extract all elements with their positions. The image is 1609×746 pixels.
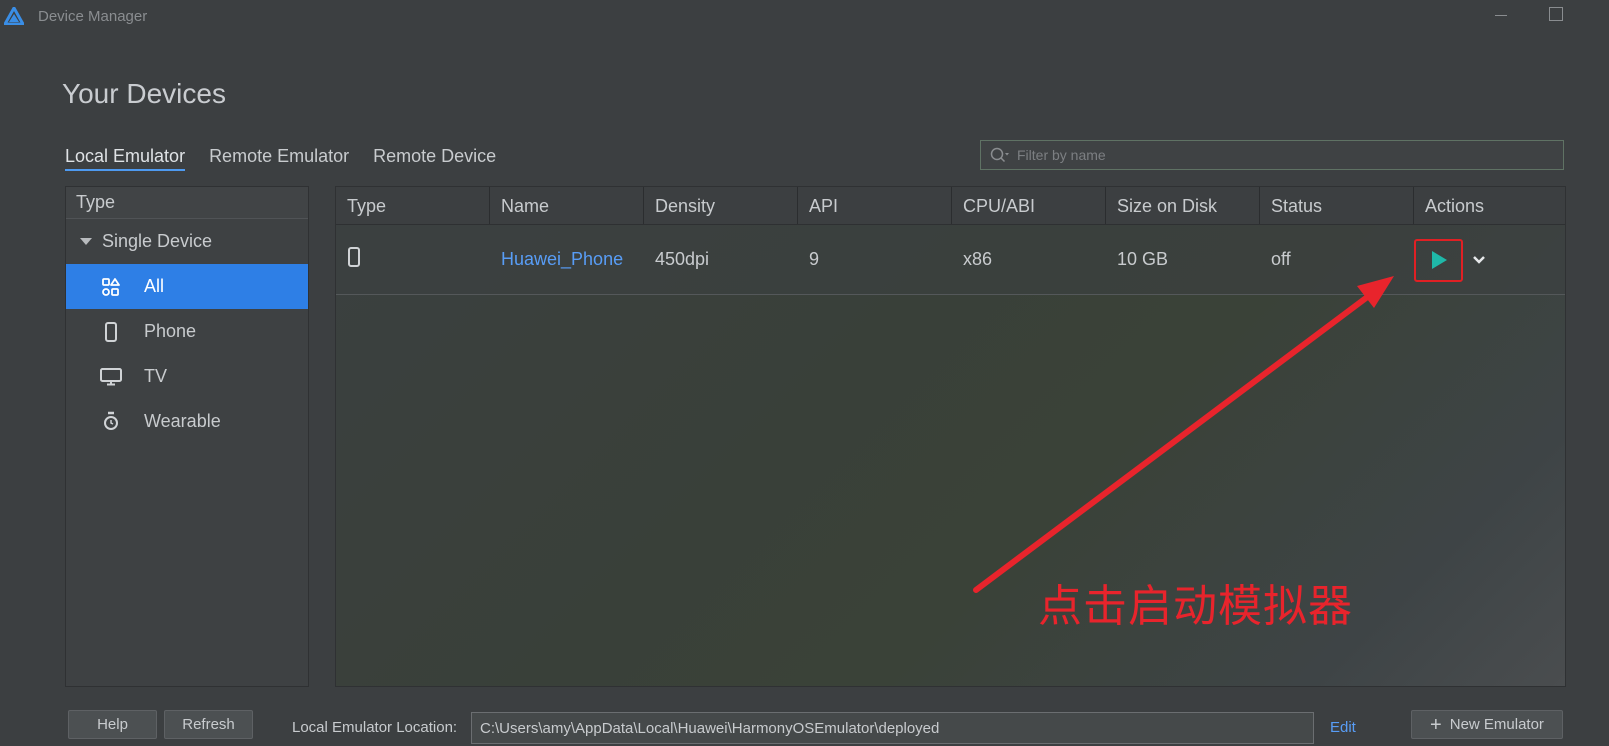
watch-icon xyxy=(100,411,122,433)
title-bar: Device Manager xyxy=(0,0,1609,32)
app-logo-icon xyxy=(4,7,24,25)
location-label: Local Emulator Location: xyxy=(292,719,458,736)
column-header-type[interactable]: Type xyxy=(336,187,490,224)
expand-triangle-icon xyxy=(80,238,92,245)
column-header-api[interactable]: API xyxy=(798,187,952,224)
sidebar-item-phone[interactable]: Phone xyxy=(66,309,308,354)
new-emulator-button[interactable]: + New Emulator xyxy=(1411,710,1563,739)
sidebar-item-wearable[interactable]: Wearable xyxy=(66,399,308,444)
filter-box xyxy=(980,140,1564,170)
device-tabs: Local Emulator Remote Emulator Remote De… xyxy=(65,146,496,171)
all-grid-icon xyxy=(100,276,122,298)
device-cpu: x86 xyxy=(963,249,993,269)
column-header-actions: Actions xyxy=(1425,196,1485,216)
device-size: 10 GB xyxy=(1117,249,1169,269)
edit-location-link[interactable]: Edit xyxy=(1330,719,1356,736)
page-title: Your Devices xyxy=(62,78,226,109)
tab-local-emulator[interactable]: Local Emulator xyxy=(65,146,186,171)
tv-icon xyxy=(100,366,122,388)
sidebar-item-label: Wearable xyxy=(144,411,221,431)
phone-icon xyxy=(348,247,360,267)
type-sidebar: Type Single Device All Phone TV Wearable xyxy=(65,186,309,687)
filter-input[interactable] xyxy=(1017,145,1547,165)
plus-icon: + xyxy=(1430,713,1442,736)
search-icon[interactable] xyxy=(989,146,1011,164)
window-title: Device Manager xyxy=(38,8,148,25)
sidebar-group-label: Single Device xyxy=(102,231,213,251)
table-row[interactable]: Huawei_Phone 450dpi 9 x86 10 GB off xyxy=(336,225,1565,295)
sidebar-item-tv[interactable]: TV xyxy=(66,354,308,399)
new-emulator-label: New Emulator xyxy=(1449,716,1544,733)
play-icon xyxy=(1431,251,1447,269)
tab-remote-device[interactable]: Remote Device xyxy=(373,146,496,171)
chevron-down-icon[interactable] xyxy=(1470,251,1488,269)
location-field[interactable] xyxy=(471,712,1314,744)
phone-icon xyxy=(100,321,122,343)
maximize-button[interactable] xyxy=(1549,7,1563,21)
sidebar-header: Type xyxy=(66,187,308,219)
device-name-link[interactable]: Huawei_Phone xyxy=(490,249,644,270)
device-type-cell xyxy=(336,247,490,272)
tab-remote-emulator[interactable]: Remote Emulator xyxy=(209,146,349,171)
column-header-status[interactable]: Status xyxy=(1260,187,1414,224)
sidebar-item-label: All xyxy=(144,276,165,296)
device-api: 9 xyxy=(809,249,820,269)
device-table: Type Name Density API CPU/ABI Size on Di… xyxy=(335,186,1566,687)
sidebar-group-single-device[interactable]: Single Device xyxy=(66,219,308,264)
run-emulator-button[interactable] xyxy=(1414,238,1463,282)
refresh-button[interactable]: Refresh xyxy=(164,710,253,739)
sidebar-item-all[interactable]: All xyxy=(66,264,308,309)
device-actions xyxy=(1414,225,1565,295)
device-density: 450dpi xyxy=(655,249,710,269)
minimize-button[interactable] xyxy=(1490,6,1514,26)
column-header-name[interactable]: Name xyxy=(490,187,644,224)
column-header-density[interactable]: Density xyxy=(644,187,798,224)
column-header-size[interactable]: Size on Disk xyxy=(1106,187,1260,224)
sidebar-item-label: TV xyxy=(144,366,168,386)
help-button[interactable]: Help xyxy=(68,710,157,739)
table-header: Type Name Density API CPU/ABI Size on Di… xyxy=(336,187,1565,225)
sidebar-item-label: Phone xyxy=(144,321,197,341)
column-header-cpu[interactable]: CPU/ABI xyxy=(952,187,1106,224)
annotation-text: 点击启动模拟器 xyxy=(1038,581,1353,632)
device-status: off xyxy=(1271,249,1291,269)
